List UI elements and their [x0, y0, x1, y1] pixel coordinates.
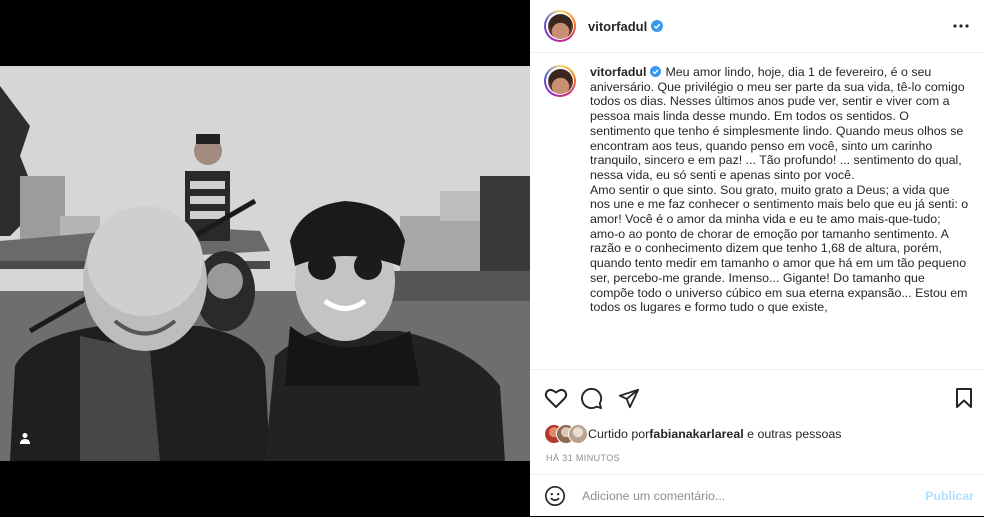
caption-paragraph-1: Meu amor lindo, hoje, dia 1 de fevereiro…: [590, 65, 969, 182]
comment-bar: Publicar: [530, 474, 984, 517]
comment-icon[interactable]: [580, 387, 603, 415]
likes-others[interactable]: e outras pessoas: [744, 427, 841, 441]
liker-avatars: [544, 424, 588, 444]
caption-paragraph-2: Amo sentir o que sinto. Sou grato, muito…: [590, 182, 972, 315]
post-sidebar: vitorfadul vitorfadul Meu amor lindo, hoj…: [530, 0, 984, 516]
caption-text: vitorfadul Meu amor lindo, hoje, dia 1 de…: [590, 65, 970, 315]
more-options-icon[interactable]: [952, 17, 970, 40]
author-username[interactable]: vitorfadul: [588, 19, 647, 34]
caption-verified-badge-icon: [650, 66, 662, 77]
verified-badge-icon: [651, 20, 664, 32]
photo-illustration: [0, 66, 530, 461]
caption-row: vitorfadul Meu amor lindo, hoje, dia 1 de…: [544, 65, 970, 315]
post-header: vitorfadul: [530, 0, 984, 53]
publish-button[interactable]: Publicar: [925, 489, 974, 503]
bookmark-icon[interactable]: [954, 387, 974, 414]
caption-area: vitorfadul Meu amor lindo, hoje, dia 1 de…: [530, 53, 984, 369]
action-bar: [530, 369, 984, 426]
likes-row: Curtido por fabianakarlareal e outras pe…: [544, 424, 841, 444]
share-icon[interactable]: [618, 387, 640, 414]
author-avatar[interactable]: [544, 10, 576, 42]
user-tag-button[interactable]: [13, 426, 37, 450]
caption-username[interactable]: vitorfadul: [590, 65, 646, 79]
post-timestamp[interactable]: HÁ 31 MINUTOS: [546, 453, 620, 463]
caption-author-avatar[interactable]: [544, 65, 576, 97]
likes-user[interactable]: fabianakarlareal: [649, 427, 743, 441]
likes-prefix: Curtido por: [588, 427, 650, 441]
liker-avatar[interactable]: [568, 424, 588, 444]
emoji-icon[interactable]: [544, 485, 566, 507]
media-pane: [0, 0, 530, 516]
post-photo[interactable]: [0, 66, 530, 461]
comment-input[interactable]: [580, 488, 904, 504]
user-tag-icon: [20, 433, 30, 444]
heart-icon[interactable]: [544, 387, 568, 414]
